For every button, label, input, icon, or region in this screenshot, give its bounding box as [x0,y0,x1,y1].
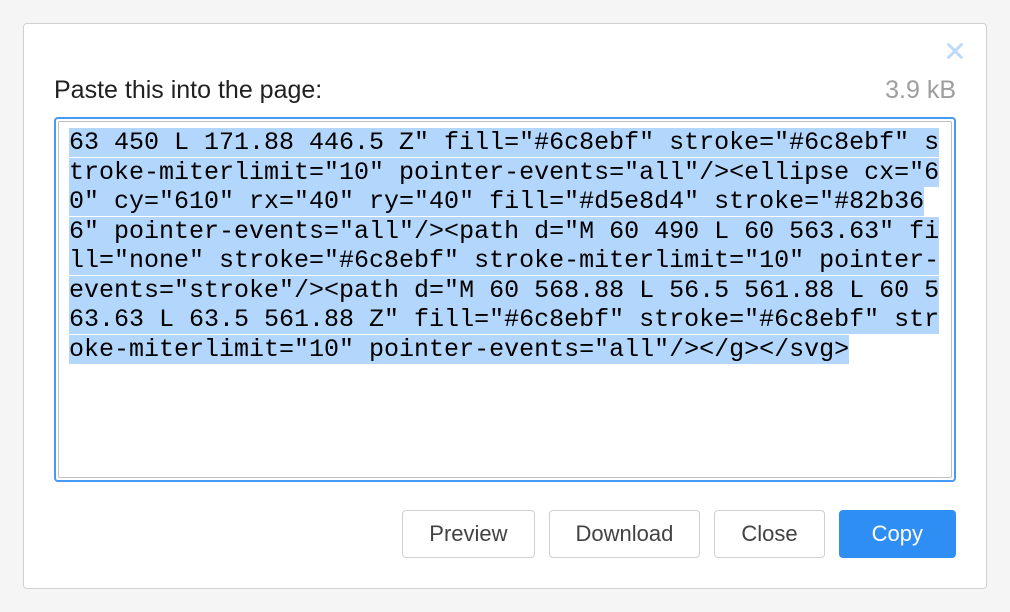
preview-button[interactable]: Preview [402,510,534,558]
textarea-focus-ring: 63 450 L 171.88 446.5 Z" fill="#6c8ebf" … [54,117,956,482]
copy-button[interactable]: Copy [839,510,956,558]
header-title: Paste this into the page: [54,76,322,105]
modal-header: Paste this into the page: 3.9 kB [54,76,956,105]
code-textarea[interactable]: 63 450 L 171.88 446.5 Z" fill="#6c8ebf" … [58,121,952,478]
file-size-label: 3.9 kB [885,76,956,105]
close-icon[interactable] [944,40,966,62]
close-button[interactable]: Close [714,510,824,558]
button-row: Preview Download Close Copy [54,510,956,558]
download-button[interactable]: Download [549,510,701,558]
code-modal: Paste this into the page: 3.9 kB 63 450 … [23,23,987,589]
